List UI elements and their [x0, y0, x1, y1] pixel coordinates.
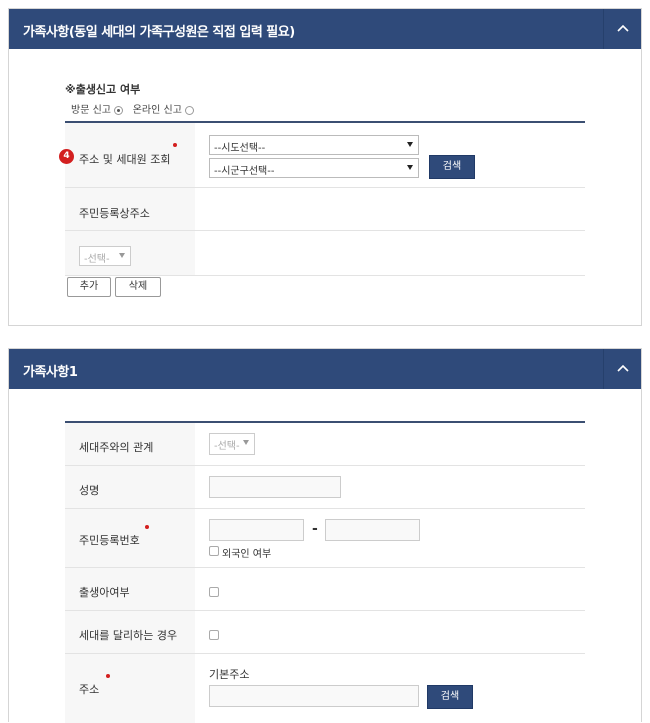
required-dot: [173, 143, 177, 147]
relation-label: 세대주와의 관계: [79, 441, 154, 454]
rrn-back-input[interactable]: [325, 519, 420, 541]
required-dot: [145, 525, 149, 529]
rrn-dash: -: [312, 521, 318, 537]
required-dot: [106, 674, 110, 678]
chevron-up-icon: [617, 24, 629, 32]
option-visit-radio[interactable]: [114, 105, 124, 115]
chevron-up-icon: [617, 364, 629, 372]
family-section-title: 가족사항(동일 세대의 가족구성원은 직접 입력 필요): [23, 25, 295, 40]
basic-address-input[interactable]: [209, 685, 419, 707]
family-member-header: 가족사항1: [9, 349, 641, 389]
rrn-front-input[interactable]: [209, 519, 304, 541]
relation-select[interactable]: -선택-: [209, 433, 255, 455]
newborn-label: 출생아여부: [79, 586, 130, 599]
rrn-label: 주민등록번호: [79, 534, 140, 547]
birth-report-options: 방문 신고 온라인 신고: [71, 101, 195, 116]
address-search-button[interactable]: 검색: [427, 685, 473, 709]
name-label: 성명: [79, 484, 100, 497]
option-online-label: 온라인 신고: [132, 105, 182, 116]
option-online-radio[interactable]: [185, 105, 195, 115]
collapse-toggle[interactable]: [603, 349, 641, 389]
separate-household-checkbox[interactable]: [209, 630, 219, 640]
basic-address-label: 기본주소: [209, 668, 250, 681]
option-visit-label: 방문 신고: [71, 105, 111, 116]
collapse-toggle[interactable]: [603, 9, 641, 49]
separate-household-label: 세대를 달리하는 경우: [79, 629, 178, 642]
name-input[interactable]: [209, 476, 341, 498]
foreigner-label: 외국인 여부: [222, 549, 272, 560]
step-badge: 4: [59, 149, 74, 164]
resident-address-label: 주민등록상주소: [79, 207, 150, 220]
address-label: 주소: [79, 683, 100, 696]
family-member-panel: 가족사항1 세대주와의 관계 -선택- 성명 주민등록번호 - 외국인 여부 출…: [8, 348, 642, 723]
family-member-title: 가족사항1: [23, 365, 78, 380]
add-button[interactable]: 추가: [67, 277, 111, 297]
newborn-checkbox[interactable]: [209, 587, 219, 597]
foreigner-checkbox[interactable]: [209, 546, 219, 556]
sido-select[interactable]: --시도선택--: [209, 135, 419, 155]
birth-report-heading: ※출생신고 여부: [65, 83, 141, 96]
row-divider: [65, 275, 585, 276]
address-lookup-label: 주소 및 세대원 조회: [79, 153, 171, 166]
sigungu-select[interactable]: --시군구선택--: [209, 158, 419, 178]
member-select[interactable]: -선택-: [79, 246, 131, 266]
family-section-header: 가족사항(동일 세대의 가족구성원은 직접 입력 필요): [9, 9, 641, 49]
delete-button[interactable]: 삭제: [115, 277, 161, 297]
address-search-button[interactable]: 검색: [429, 155, 475, 179]
family-section-panel: 가족사항(동일 세대의 가족구성원은 직접 입력 필요) ※출생신고 여부 방문…: [8, 8, 642, 326]
